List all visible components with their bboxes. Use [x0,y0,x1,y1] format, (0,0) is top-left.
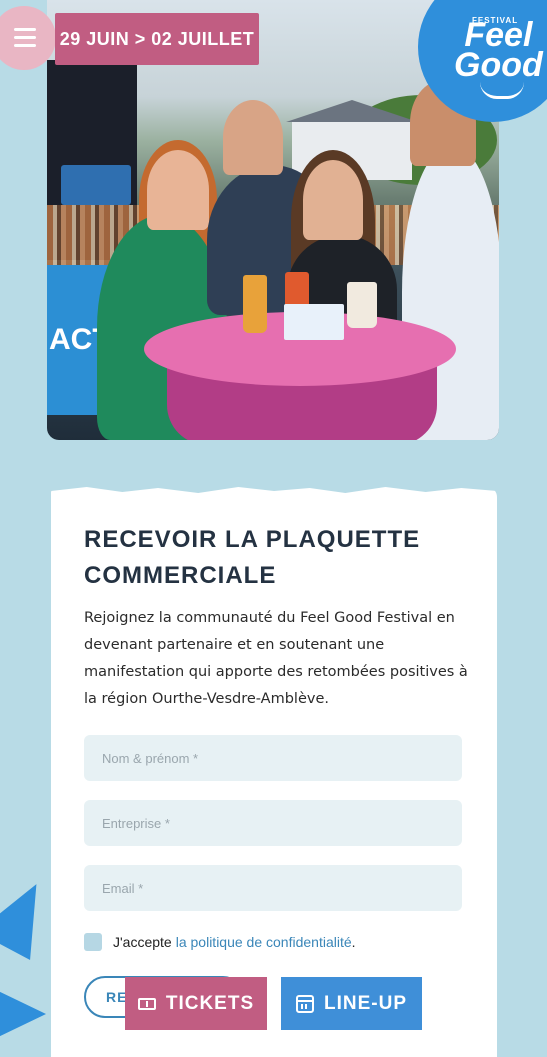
ticket-icon [137,997,156,1010]
stage-screen [61,165,131,205]
consent-end: . [351,934,356,950]
beer-glass [243,275,267,333]
email-input[interactable] [84,865,462,911]
privacy-consent: J'accepte la politique de confidentialit… [84,933,356,951]
milk-glass [347,282,377,328]
name-input[interactable] [84,735,462,781]
form-description: Rejoignez la communauté du Feel Good Fes… [84,610,468,707]
menu-icon-bar [14,28,36,31]
tickets-button[interactable]: TICKETS [125,977,267,1030]
person-1-face [147,150,209,230]
company-input[interactable] [84,800,462,846]
smile-icon [480,82,524,99]
consent-label: J'accepte [113,934,172,950]
lineup-label: LINE-UP [324,992,407,1014]
person-3-face [303,160,363,240]
decorative-triangle [0,988,46,1040]
lineup-button[interactable]: LINE-UP [281,977,422,1030]
menu-icon-bar [14,44,36,47]
form-title: RECEVOIR LA PLAQUETTE COMMERCIALE [84,526,421,589]
brochure-form-card: RECEVOIR LA PLAQUETTE COMMERCIALE Rejoig… [51,487,497,1057]
menu-icon-bar [14,36,36,39]
logo-line-2: Good [454,46,543,84]
tickets-label: TICKETS [165,992,255,1014]
calendar-icon [296,994,314,1013]
table-card [284,304,344,340]
festival-dates: 29 JUIN > 02 JUILLET [55,13,259,65]
person-2-face [223,100,283,175]
privacy-policy-link[interactable]: la politique de confidentialité [176,934,352,950]
consent-checkbox[interactable] [84,933,102,951]
logo-feel-good-text: Feel Good [454,18,543,82]
